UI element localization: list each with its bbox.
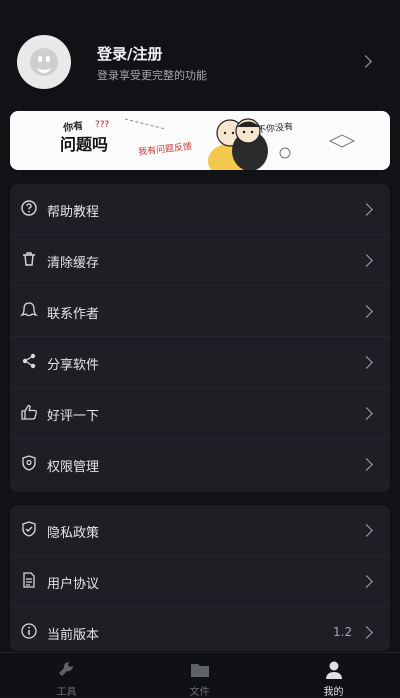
login-register-title[interactable]: 登录/注册: [97, 43, 162, 64]
menu-item-label: 分享软件: [47, 358, 100, 373]
menu-item-help[interactable]: 帮助教程: [10, 184, 390, 235]
tab-tools[interactable]: 工具: [0, 653, 133, 698]
menu-item-label: 好评一下: [47, 409, 100, 424]
banner-question-marks: ???: [95, 120, 110, 130]
chevron-right-icon: [360, 203, 373, 216]
user-icon: [326, 661, 342, 679]
menu-item-label: 用户协议: [47, 577, 100, 592]
version-value: 1.2: [333, 625, 353, 639]
menu-item-user-agreement[interactable]: 用户协议: [10, 556, 390, 607]
banner-text-line2: 问题吗: [60, 135, 109, 154]
chevron-right-icon: [360, 254, 373, 267]
menu-item-privacy[interactable]: 隐私政策: [10, 505, 390, 556]
question-circle-icon: [21, 200, 37, 216]
menu-item-label: 帮助教程: [47, 205, 100, 220]
avatar[interactable]: [17, 35, 71, 89]
wrench-icon: [59, 661, 74, 676]
menu-item-label: 权限管理: [47, 460, 100, 475]
menu-item-label: 当前版本: [47, 628, 100, 643]
menu-card-main: 帮助教程 清除缓存 联系作者 分享软件 好评一下 权限管理: [10, 184, 390, 492]
tab-files[interactable]: 文件: [133, 653, 266, 698]
promo-banner[interactable]: 你有 问题吗 ??? 我有问题反馈 不你没有: [10, 111, 390, 170]
menu-card-legal: 隐私政策 用户协议 当前版本 1.2: [10, 505, 390, 651]
menu-item-label: 联系作者: [47, 307, 100, 322]
shield-icon: [22, 455, 36, 471]
chevron-right-icon: [360, 305, 373, 318]
menu-item-permissions[interactable]: 权限管理: [10, 439, 390, 490]
menu-item-version[interactable]: 当前版本 1.2: [10, 607, 390, 651]
document-icon: [23, 572, 35, 588]
smiley-face-icon: [30, 48, 58, 76]
thumbs-up-icon: [21, 404, 38, 420]
chevron-right-icon: [359, 55, 372, 68]
chevron-right-icon: [360, 626, 373, 639]
bottom-tab-bar: 工具 文件 我的: [0, 652, 400, 698]
chat-bubble-icon: [20, 302, 38, 317]
cartoon-illustration: [208, 118, 356, 170]
menu-item-label: 清除缓存: [47, 256, 100, 271]
login-subtitle: 登录享受更完整的功能: [97, 69, 207, 82]
chevron-right-icon: [360, 407, 373, 420]
profile-header[interactable]: 登录/注册 登录享受更完整的功能: [0, 0, 400, 106]
folder-icon: [191, 664, 209, 677]
chevron-right-icon: [360, 356, 373, 369]
menu-item-label: 隐私政策: [47, 526, 100, 541]
share-icon: [22, 353, 36, 369]
info-icon: [21, 623, 37, 639]
menu-item-share[interactable]: 分享软件: [10, 337, 390, 388]
chevron-right-icon: [360, 458, 373, 471]
chevron-right-icon: [360, 524, 373, 537]
menu-item-rate[interactable]: 好评一下: [10, 388, 390, 439]
tab-mine[interactable]: 我的: [267, 653, 400, 698]
trash-icon: [23, 252, 35, 266]
chevron-right-icon: [360, 575, 373, 588]
shield-check-icon: [22, 521, 36, 537]
menu-item-contact-author[interactable]: 联系作者: [10, 286, 390, 337]
menu-item-clear-cache[interactable]: 清除缓存: [10, 235, 390, 286]
